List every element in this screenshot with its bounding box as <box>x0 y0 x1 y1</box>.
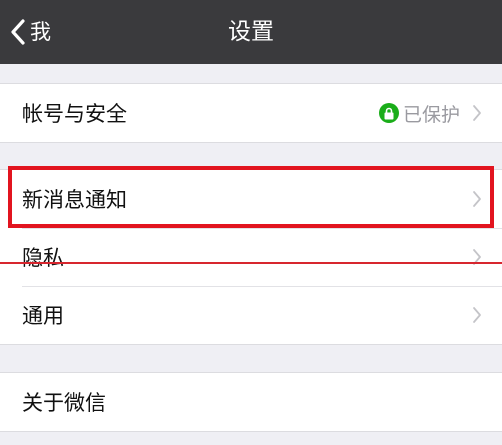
row-label: 关于微信 <box>22 391 106 415</box>
row-about-wechat[interactable]: 关于微信 <box>0 373 502 431</box>
row-label: 隐私 <box>22 246 64 270</box>
chevron-right-icon <box>472 104 482 122</box>
chevron-right-icon <box>472 306 482 324</box>
settings-group-main: 新消息通知 隐私 通用 <box>0 169 502 345</box>
row-general[interactable]: 通用 <box>0 286 502 344</box>
status-badge: 已保护 <box>378 100 460 127</box>
settings-group-about: 关于微信 <box>0 372 502 432</box>
row-privacy[interactable]: 隐私 <box>0 228 502 286</box>
navigation-bar: 我 设置 <box>0 0 502 64</box>
chevron-right-icon <box>472 248 482 266</box>
row-new-message-notification[interactable]: 新消息通知 <box>0 170 502 228</box>
lock-icon <box>378 103 399 123</box>
row-label: 新消息通知 <box>22 188 127 212</box>
row-label: 帐号与安全 <box>22 102 127 126</box>
settings-screen: 我 设置 帐号与安全 已保护 新消息通知 隐私 通用 关于微信 <box>0 0 502 445</box>
settings-group-account: 帐号与安全 已保护 <box>0 83 502 143</box>
status-text: 已保护 <box>402 103 460 126</box>
row-label: 通用 <box>22 304 64 328</box>
row-account-security[interactable]: 帐号与安全 已保护 <box>0 84 502 142</box>
page-title: 设置 <box>228 19 274 45</box>
chevron-right-icon <box>472 190 482 208</box>
